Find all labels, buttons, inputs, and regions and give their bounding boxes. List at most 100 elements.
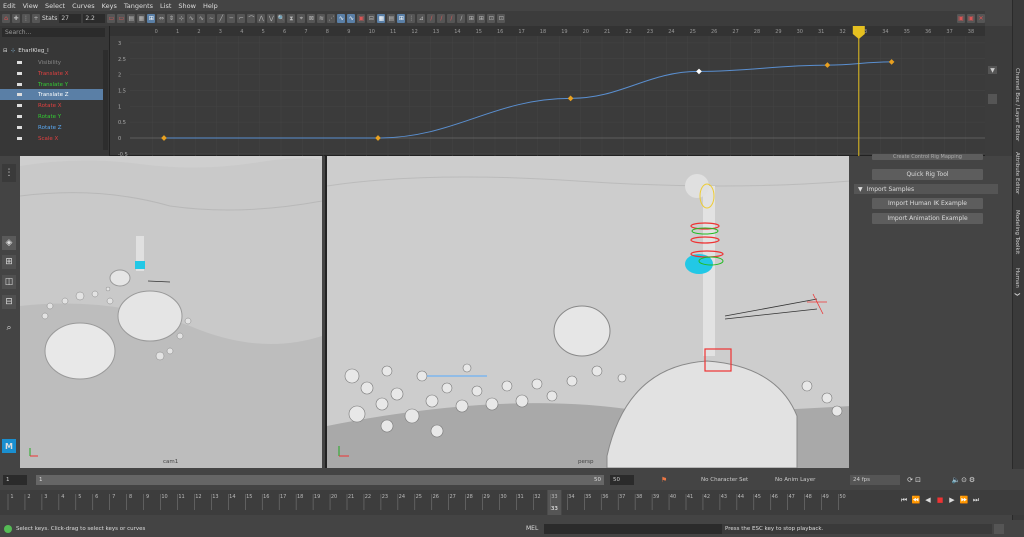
magnify-icon[interactable]: ⌕ — [2, 321, 16, 335]
outliner-item-visibility[interactable]: Visibility — [0, 57, 103, 68]
curve-display-icon[interactable]: ⊿ — [417, 14, 426, 23]
tangent-display-icon[interactable]: ⋮ — [407, 14, 416, 23]
character-set-icon[interactable]: ⚑ — [660, 476, 668, 484]
stacked-icon[interactable]: ▣ — [357, 14, 366, 23]
layout-single-icon[interactable]: ◈ — [2, 236, 16, 250]
menu-item[interactable]: Curves — [72, 2, 95, 10]
anim-layer-dropdown[interactable]: No Anim Layer — [772, 474, 836, 485]
outliner-item-scale-x[interactable]: Scale X — [0, 133, 103, 144]
snap-toggle-icon[interactable]: ⋮ — [2, 164, 16, 182]
move-keys-icon[interactable]: ✚ — [12, 14, 20, 23]
import-animation-example-button[interactable]: Import Animation Example — [872, 213, 983, 224]
flat-tangent-icon[interactable]: ─ — [227, 14, 236, 23]
step-forward-frame-icon[interactable]: ▶ — [948, 496, 956, 504]
pre-infinity-icon[interactable]: ⊟ — [367, 14, 376, 23]
step-tangent-icon[interactable]: ⌐ — [237, 14, 246, 23]
break-tangent-icon[interactable]: ⋀ — [257, 14, 266, 23]
menu-item[interactable]: Show — [178, 2, 196, 10]
script-editor-icon[interactable] — [994, 523, 1004, 534]
plateau-tangent-icon[interactable]: ⌒ — [247, 14, 256, 23]
range-slider[interactable]: 1 50 — [36, 474, 604, 485]
scroll-handle[interactable] — [988, 94, 997, 104]
search-icon[interactable]: 🔍 — [277, 14, 286, 23]
frame-field[interactable]: 27 — [59, 14, 82, 23]
menu-item[interactable]: Help — [203, 2, 218, 10]
cycle-offset-icon[interactable]: ▤ — [387, 14, 396, 23]
prefs-icon[interactable]: ⚙ — [968, 476, 976, 484]
retime-icon[interactable]: ⊡ — [487, 14, 496, 23]
channel-sync-icon[interactable]: ⊞ — [397, 14, 406, 23]
layout-quad-icon[interactable]: ⊞ — [2, 255, 16, 269]
denormalize-icon[interactable]: ∿ — [347, 14, 356, 23]
tab-modeling-toolkit[interactable]: Modeling Toolkit — [1014, 210, 1020, 254]
layout-two-icon[interactable]: ◫ — [2, 275, 16, 289]
step-back-frame-icon[interactable]: ◀ — [924, 496, 932, 504]
loop-icon[interactable]: ⟳ — [906, 476, 914, 484]
go-to-end-icon[interactable]: ⏭ — [972, 496, 980, 504]
outliner-scrollbar[interactable] — [103, 50, 108, 150]
menu-item[interactable]: Keys — [102, 2, 117, 10]
command-line-input[interactable] — [544, 523, 722, 534]
dropdown-arrow-icon[interactable]: ▼ — [988, 66, 997, 74]
quick-rig-tool-button[interactable]: Quick Rig Tool — [872, 169, 983, 180]
frame-playback-icon[interactable]: ⇕ — [167, 14, 176, 23]
linear-tangent-icon[interactable]: ╱ — [217, 14, 226, 23]
expand-arrow-icon[interactable]: ❯ — [1014, 292, 1020, 297]
center-current-icon[interactable]: ⊹ — [177, 14, 186, 23]
menu-item[interactable]: List — [160, 2, 171, 10]
outliner-item-translate-z[interactable]: Translate Z — [0, 89, 103, 100]
go-to-start-icon[interactable]: ⏮ — [900, 496, 908, 504]
graph-canvas[interactable]: 0 1 2 3 4 5 6 7 8 9 10 11 12 13 14 15 16 17 18 19 20 21 22 23 24… — [110, 26, 985, 156]
fps-dropdown[interactable]: 24 fps — [850, 474, 900, 485]
trax-icon[interactable]: ⊞ — [477, 14, 486, 23]
create-control-rig-mapping-button[interactable]: Create Control Rig Mapping — [872, 154, 983, 160]
layout-persp-graph-icon[interactable]: ⊟ — [2, 295, 16, 309]
mel-label[interactable]: MEL — [526, 525, 544, 532]
expand-icon[interactable]: ⊟ — [3, 48, 8, 54]
filter-icon[interactable]: ⧗ — [287, 14, 296, 23]
lock-icon[interactable]: ⊠ — [307, 14, 316, 23]
insert-key-icon[interactable]: ⋮ — [22, 14, 30, 23]
tab-attribute-editor[interactable]: Attribute Editor — [1014, 152, 1020, 194]
menu-item[interactable]: Tangents — [124, 2, 153, 10]
start-frame-field[interactable]: 1 — [3, 474, 27, 485]
character-set-dropdown[interactable]: No Character Set — [698, 474, 762, 485]
float-icon[interactable]: ▣ — [967, 14, 975, 23]
time-slider[interactable]: 1 2 3 4 5 6 7 8 9 10 11 12 13 14 15 16 17 18 19 20 21 22 23 24 2… — [0, 490, 1024, 515]
tan-weight4-icon[interactable]: ∕ — [457, 14, 466, 23]
outliner-item-rotate-z[interactable]: Rotate Z — [0, 122, 103, 133]
menu-item[interactable]: View — [23, 2, 38, 10]
close-icon[interactable]: ✕ — [977, 14, 985, 23]
tan-weight3-icon[interactable]: ∕ — [447, 14, 456, 23]
dock-icon[interactable]: ▣ — [957, 14, 965, 23]
spline-tangent-icon[interactable]: ∿ — [197, 14, 206, 23]
weighted-icon[interactable]: ≋ — [317, 14, 326, 23]
stop-icon[interactable]: ■ — [936, 496, 944, 504]
step-forward-key-icon[interactable]: ⏩ — [960, 496, 969, 504]
tan-weight2-icon[interactable]: ∕ — [437, 14, 446, 23]
sound-icon[interactable]: 🔈 — [952, 476, 961, 484]
tan-weight-icon[interactable]: ∕ — [427, 14, 436, 23]
cycle-icon[interactable]: ▦ — [377, 14, 386, 23]
buffer-curve-icon[interactable]: ▭ — [107, 14, 116, 23]
outliner-item-translate-x[interactable]: Translate X — [0, 68, 103, 79]
region-icon[interactable]: ▦ — [137, 14, 146, 23]
unify-tangent-icon[interactable]: ⋁ — [267, 14, 276, 23]
ghost-icon[interactable]: ⊡ — [497, 14, 506, 23]
swap-buffer-icon[interactable]: ▭ — [117, 14, 126, 23]
tab-human[interactable]: Human — [1014, 268, 1020, 288]
free-tangent-icon[interactable]: ⋰ — [327, 14, 336, 23]
frame-all-icon[interactable]: ⊞ — [147, 14, 156, 23]
snap-icon[interactable]: ⌖ — [297, 14, 306, 23]
outliner-root-node[interactable]: ⊟ ⊹ EharlKleg_l — [0, 45, 103, 56]
menu-item[interactable]: Select — [45, 2, 65, 10]
tab-channel-box[interactable]: Channel Box / Layer Editor — [1014, 68, 1020, 141]
frame-selection-icon[interactable]: ⇔ — [157, 14, 166, 23]
auto-key-icon[interactable]: ⊙ — [960, 476, 968, 484]
dopesheet-icon[interactable]: ⊞ — [467, 14, 476, 23]
auto-tangent-icon[interactable]: ∿ — [187, 14, 196, 23]
import-samples-header[interactable]: ▼ Import Samples — [854, 184, 998, 194]
clamped-tangent-icon[interactable]: ∼ — [207, 14, 216, 23]
graph-view[interactable]: 0 1 2 3 4 5 6 7 8 9 10 11 12 13 14 15 16 17 18 19 20 21 22 23 24… — [110, 26, 985, 156]
end-frame-field[interactable]: 50 — [610, 474, 634, 485]
